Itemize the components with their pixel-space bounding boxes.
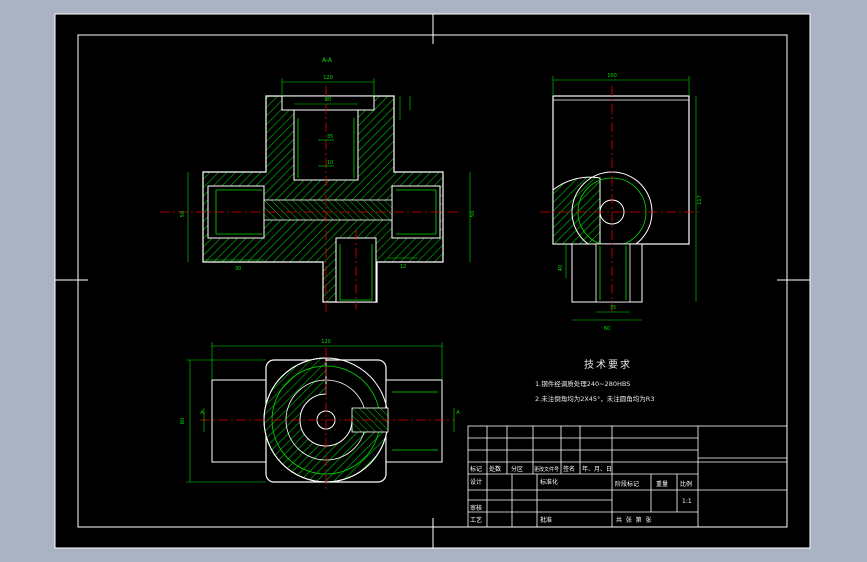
top-left-boss [211, 379, 269, 463]
hdr-date: 年、月、日 [582, 465, 612, 473]
dim-top-width: 120 [323, 75, 333, 81]
side-bottom-bore [595, 243, 631, 303]
tb-standardize: 标准化 [540, 478, 558, 486]
top-dim-width: 120 [321, 339, 331, 345]
section-mark-left: A [200, 410, 204, 416]
dim-depth-1: 35 [327, 134, 333, 140]
tb-sheets: 共 张 第 张 [616, 516, 651, 524]
tb-review: 审核 [470, 504, 482, 512]
tb-design: 设计 [470, 478, 482, 486]
drawing-sheet [54, 13, 811, 549]
side-dim-top: 100 [607, 73, 617, 79]
hdr-mark: 标记 [470, 465, 482, 473]
hdr-sign: 签名 [563, 465, 575, 473]
section-mark-right: A [456, 410, 460, 416]
tb-scale-value: 1:1 [682, 498, 692, 505]
dim-left-bottom: 30 [235, 266, 241, 272]
side-dim-bottom: 60 [604, 326, 610, 332]
tb-stage-mark: 阶段标记 [615, 480, 639, 488]
front-center-passage [263, 199, 393, 221]
top-dim-height: 80 [180, 418, 186, 424]
hdr-file: 更改文件号 [534, 466, 559, 473]
dim-right-bottom: 12 [400, 264, 406, 270]
tech-line-1: 1.钢件经调质处理240~280HBS [535, 379, 630, 388]
dim-depth-2: 10 [327, 160, 333, 166]
side-dim-bottom-inner: 35 [610, 305, 616, 311]
cad-drawing: A-A 120 80 35 10 50 50 30 12 100 117 60 … [54, 13, 811, 549]
dim-left-height: 50 [180, 211, 186, 217]
side-dim-side: 40 [558, 265, 564, 271]
tb-approve: 批准 [540, 516, 552, 524]
tech-line-2: 2.未注倒角均为2X45°，未注圆角均为R3 [535, 394, 654, 403]
tb-weight: 重量 [656, 480, 668, 488]
dim-inner-width: 80 [325, 97, 331, 103]
hdr-count: 处数 [489, 465, 501, 473]
section-label: A-A [322, 57, 333, 64]
side-section [552, 176, 601, 245]
dim-right-height: 50 [470, 211, 476, 217]
side-dim-height: 117 [697, 195, 703, 205]
tb-scale: 比例 [680, 480, 692, 488]
tb-process: 工艺 [470, 516, 482, 524]
tech-title: 技术要求 [584, 358, 632, 371]
hdr-zone: 分区 [511, 465, 523, 473]
